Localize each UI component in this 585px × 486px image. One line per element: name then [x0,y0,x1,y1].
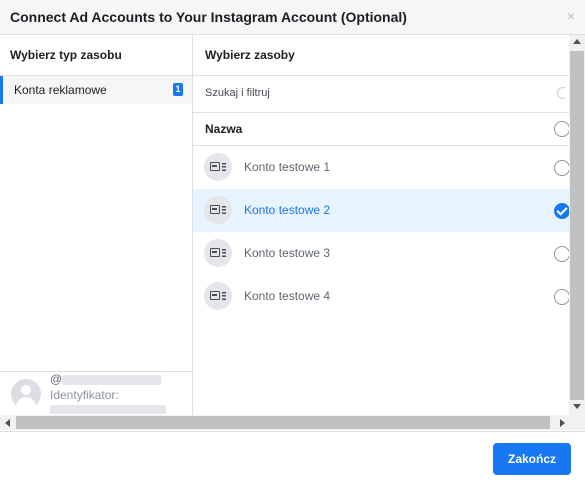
resource-list-panel: Wybierz zasoby Szukaj i filtruj Nazwa Ko… [193,35,569,415]
ad-account-icon [204,282,232,310]
dialog-title: Connect Ad Accounts to Your Instagram Ac… [10,9,407,25]
redacted-handle [62,375,161,385]
avatar-body [16,397,36,409]
item-checked-icon[interactable] [554,203,569,219]
item-radio[interactable] [554,160,569,176]
divider [193,112,569,113]
list-item[interactable]: Konto testowe 4 [193,275,569,318]
list-item-name: Konto testowe 2 [244,203,331,217]
ad-account-icon [204,239,232,267]
profile-id-label: Identyfikator: [50,388,119,402]
finish-button[interactable]: Zakończ [493,443,571,475]
profile-card: @ Identyfikator: [0,371,192,415]
scrollbar-thumb[interactable] [16,416,550,429]
name-column-header: Nazwa [205,122,243,136]
horizontal-scrollbar[interactable] [0,415,585,430]
dialog-header: Connect Ad Accounts to Your Instagram Ac… [0,0,585,35]
scroll-down-arrow-icon[interactable] [573,404,581,409]
profile-handle-prefix: @ [50,372,63,386]
resource-type-header: Wybierz typ zasobu [10,48,122,62]
divider [193,75,569,76]
count-badge: 1 [173,83,183,96]
resource-type-panel: Wybierz typ zasobu Konta reklamowe 1 @ I… [0,35,193,415]
item-radio[interactable] [554,289,569,305]
list-item-selected[interactable]: Konto testowe 2 [193,189,569,232]
search-input[interactable]: Szukaj i filtruj [205,87,270,99]
resource-type-ad-accounts[interactable]: Konta reklamowe 1 [0,76,192,104]
divider [0,431,585,432]
avatar [11,379,41,409]
select-all-radio[interactable] [554,121,569,137]
resource-list-header: Wybierz zasoby [205,48,295,62]
list-item[interactable]: Konto testowe 1 [193,146,569,189]
search-radio-icon[interactable] [557,87,565,99]
close-icon[interactable]: × [567,8,575,24]
list-item-name: Konto testowe 1 [244,160,331,174]
ad-account-icon [204,196,232,224]
avatar-head [21,385,31,395]
scroll-right-arrow-icon[interactable] [560,419,565,427]
scroll-left-arrow-icon[interactable] [5,419,10,427]
ad-account-icon [204,153,232,181]
item-radio[interactable] [554,246,569,262]
list-item-name: Konto testowe 3 [244,246,331,260]
scroll-up-arrow-icon[interactable] [573,39,581,44]
list-item-name: Konto testowe 4 [244,289,331,303]
vertical-scrollbar[interactable] [569,35,585,415]
list-item[interactable]: Konto testowe 3 [193,232,569,275]
redacted-id [50,405,166,414]
resource-type-label: Konta reklamowe [14,83,107,97]
scrollbar-thumb[interactable] [570,51,584,400]
